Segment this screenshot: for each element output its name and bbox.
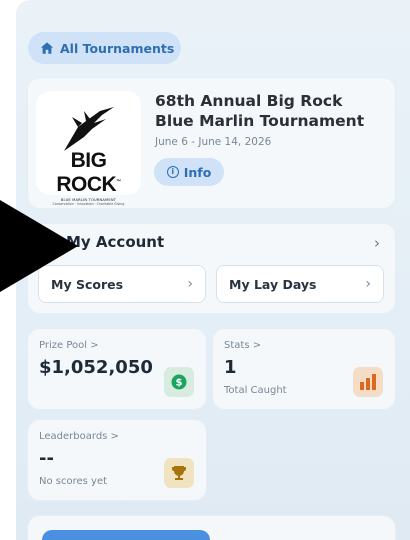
svg-text:$: $ <box>176 378 183 389</box>
prize-pool-label: Prize Pool > <box>39 340 99 351</box>
info-label: Info <box>183 164 212 180</box>
info-icon: i <box>166 166 179 178</box>
leaderboards-card[interactable]: Leaderboards > -- No scores yet <box>28 420 206 500</box>
prize-pool-value: $1,052,050 <box>39 357 153 378</box>
chevron-right-icon: › <box>365 276 371 292</box>
all-tournaments-button[interactable]: All Tournaments <box>28 32 181 64</box>
stats-label: Stats > <box>224 340 262 351</box>
leaderboards-sub: No scores yet <box>39 476 108 487</box>
bottom-action-button[interactable] <box>42 530 210 540</box>
info-button[interactable]: i Info <box>154 158 224 186</box>
prize-pool-card[interactable]: Prize Pool > $1,052,050 $ <box>28 329 206 409</box>
tournament-title: 68th Annual Big Rock Blue Marlin Tournam… <box>155 92 365 130</box>
marlin-logo-icon <box>64 107 114 151</box>
logo-wordmark: BIG ROCK™ <box>56 149 121 196</box>
tournament-card: BIG ROCK™ BLUE MARLIN TOURNAMENT Conserv… <box>28 78 395 208</box>
my-lay-days-label: My Lay Days <box>229 276 317 292</box>
stats-card[interactable]: Stats > 1 Total Caught <box>213 329 395 409</box>
total-caught-value: 1 <box>224 357 237 378</box>
chevron-right-icon: › <box>187 276 193 292</box>
my-scores-button[interactable]: My Scores › <box>38 265 206 303</box>
tournament-dates: June 6 - June 14, 2026 <box>155 136 272 148</box>
leaderboards-label: Leaderboards > <box>39 431 119 442</box>
my-scores-label: My Scores <box>51 276 124 292</box>
trophy-icon <box>164 458 194 488</box>
my-account-title[interactable]: My Account <box>66 233 164 251</box>
chevron-right-icon[interactable]: › <box>374 234 380 252</box>
logo-tagline: Conservation · Innovation · Charitable G… <box>52 202 125 206</box>
leaderboards-value: -- <box>39 448 54 469</box>
home-icon <box>40 42 54 54</box>
total-caught-label: Total Caught <box>224 385 287 396</box>
bar-chart-icon <box>353 367 383 397</box>
my-lay-days-button[interactable]: My Lay Days › <box>216 265 384 303</box>
tournament-logo: BIG ROCK™ BLUE MARLIN TOURNAMENT Conserv… <box>36 91 141 206</box>
account-icon <box>30 238 42 250</box>
all-tournaments-label: All Tournaments <box>60 40 175 56</box>
dollar-icon: $ <box>164 367 194 397</box>
